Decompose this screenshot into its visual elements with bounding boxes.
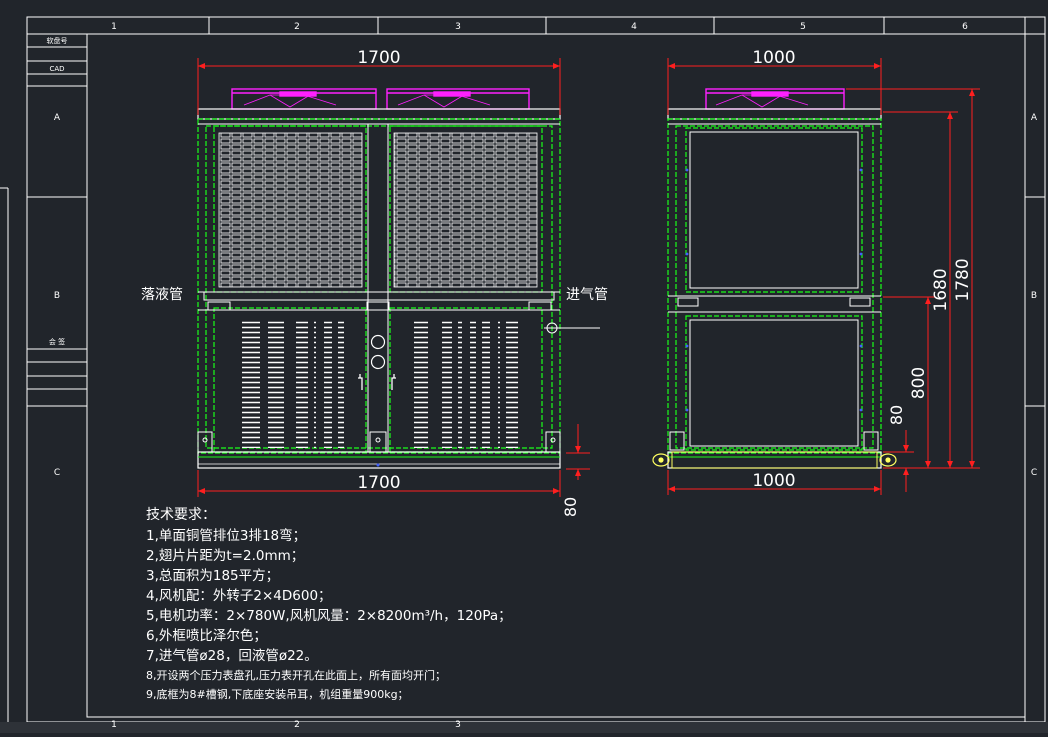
side-width-top: 1000: [752, 48, 795, 68]
title-block-cad: CAD: [49, 65, 64, 73]
title-block-top: 软盘号: [47, 36, 68, 45]
front-top-cap: [197, 108, 561, 120]
front-width-top: 1700: [357, 48, 400, 68]
row-label-b-left: B: [54, 291, 60, 301]
front-width-bottom: 1700: [357, 473, 400, 493]
row-label-a-left: A: [54, 113, 61, 123]
front-mid-bracket-3: [528, 301, 552, 311]
note-item-9: 9,底框为8#槽钢,下底座安装吊耳，机组重量900kg；: [146, 688, 409, 701]
side-upper-panel: [689, 131, 859, 289]
side-height-base: 80: [887, 405, 906, 425]
notes-title: 技术要求：: [146, 507, 216, 523]
label-gas-pipe: 进气管: [566, 287, 608, 303]
note-item-7: 7,进气管ø28，回液管ø22。: [146, 648, 318, 664]
front-fan-right: [386, 88, 530, 110]
note-item-5: 5,电机功率：2×780W,风机风量：2×8200m³/h，120Pa；: [146, 608, 512, 624]
side-height-body: 1680: [931, 268, 951, 311]
gas-inlet-pipe: [544, 322, 600, 334]
technical-requirements: 技术要求： 1,单面铜管排位3排18弯； 2,翅片片距为t=2.0mm； 3,总…: [146, 505, 512, 704]
column-label-4: 4: [631, 22, 637, 32]
front-coil-grille-right: [393, 132, 538, 288]
side-lifting-lugs: [652, 453, 897, 467]
row-label-c-left: C: [54, 468, 60, 478]
bottom-column-label-1: 1: [111, 720, 117, 730]
column-label-6: 6: [962, 22, 968, 32]
side-height-total: 1780: [953, 258, 973, 301]
front-louvers-left: [240, 320, 344, 448]
note-item-4: 4,风机配：外转子2×4D600；: [146, 588, 332, 604]
side-top-cap: [667, 108, 882, 120]
side-height-lower: 800: [909, 367, 929, 399]
bottom-column-label-2: 2: [294, 720, 300, 730]
column-label-5: 5: [800, 22, 806, 32]
row-label-a-right: A: [1031, 113, 1038, 123]
side-lower-panel: [689, 319, 859, 447]
bottom-column-label-3: 3: [455, 720, 461, 730]
note-item-3: 3,总面积为185平方；: [146, 568, 280, 584]
label-liquid-pipe: 落液管: [141, 287, 183, 303]
note-item-2: 2,翅片片距为t=2.0mm；: [146, 548, 305, 564]
column-label-3: 3: [455, 22, 461, 32]
side-base-yellow: [671, 451, 878, 469]
note-item-1: 1,单面铜管排位3排18弯；: [146, 528, 307, 544]
note-item-6: 6,外框喷比泽尔色；: [146, 628, 267, 644]
column-label-2: 2: [294, 22, 300, 32]
bottom-band: [0, 722, 1048, 733]
side-fan: [705, 88, 845, 110]
front-mid-rail: [203, 291, 555, 301]
front-louvers-right: [414, 320, 518, 448]
front-base-height: 80: [561, 497, 580, 517]
front-mid-bracket-1: [207, 301, 231, 311]
title-block-sign: 会 签: [49, 337, 65, 346]
side-view: [652, 88, 897, 469]
pressure-gauge-hole-2: [370, 354, 386, 370]
row-label-b-right: B: [1031, 291, 1037, 301]
side-width-bottom: 1000: [752, 471, 795, 491]
pressure-gauge-hole-1: [370, 334, 386, 350]
side-frame: [667, 118, 882, 454]
column-label-1: 1: [111, 22, 117, 32]
side-bolts: [685, 168, 863, 412]
note-item-8: 8,开设两个压力表盘孔,压力表开孔在此面上，所有面均开门；: [146, 669, 446, 682]
left-edge-strip: [0, 187, 9, 722]
row-label-c-right: C: [1031, 468, 1037, 478]
front-mid-bracket-2: [366, 301, 390, 311]
side-base: [667, 451, 882, 469]
front-coil-grille-left: [218, 132, 363, 288]
cad-drawing-canvas: 1 2 3 4 5 6 1 2 3 A B C A B C 软盘号 CAD 会 …: [0, 0, 1048, 733]
front-fan-left: [231, 88, 377, 110]
front-view: [197, 88, 600, 469]
